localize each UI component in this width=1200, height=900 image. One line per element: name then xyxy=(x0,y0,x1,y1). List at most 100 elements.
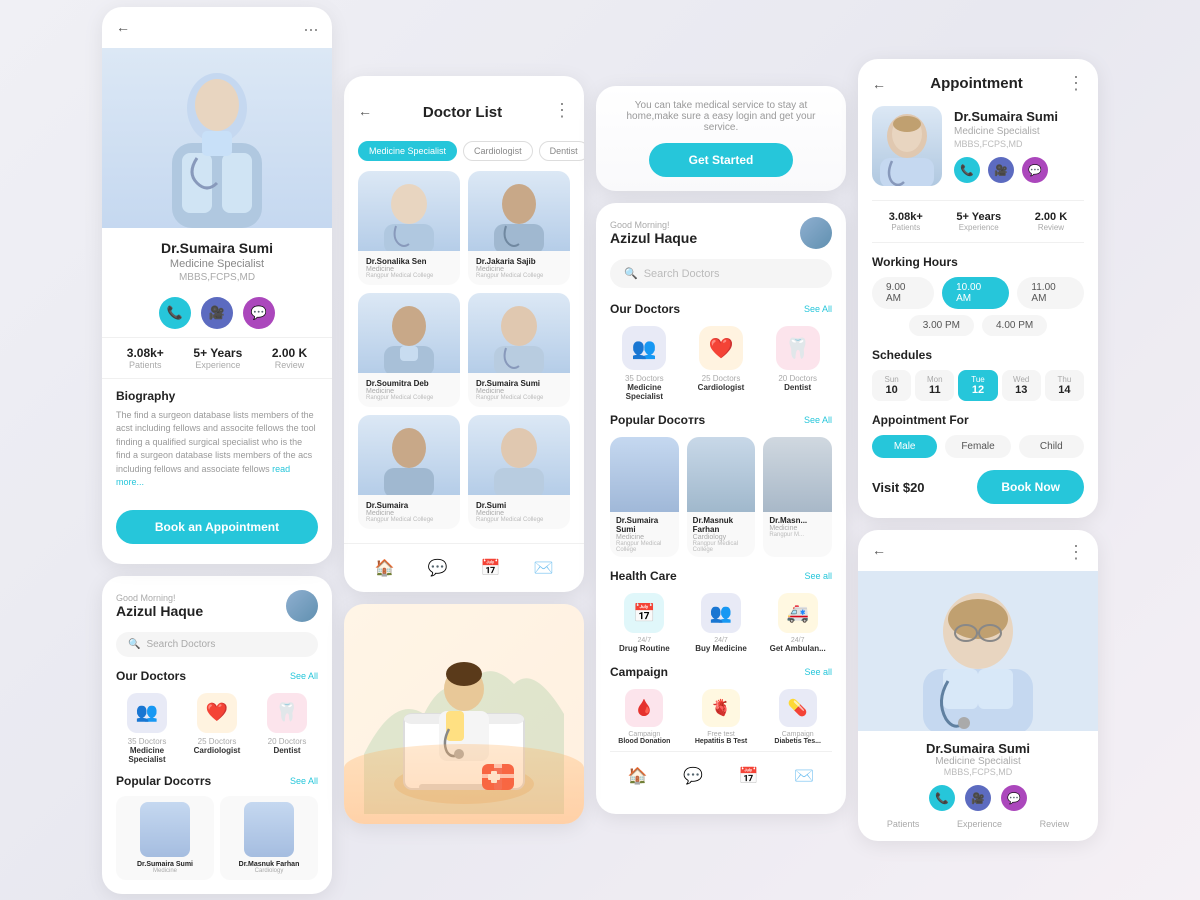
popular-doc-2-small[interactable]: Dr.Masnuk Farhan Cardiology xyxy=(220,796,318,880)
time-9am[interactable]: 9.00 AM xyxy=(872,277,934,309)
menu-icon[interactable]: ··· xyxy=(303,19,318,40)
profile-stat-experience: Experience xyxy=(957,819,1002,829)
popular-doc-main-2[interactable]: Dr.Masnuk Farhan Cardiology Rangpur Medi… xyxy=(687,437,756,557)
gender-male[interactable]: Male xyxy=(872,435,937,458)
doc-profile-contacts: 📞 🎥 💬 xyxy=(872,785,1084,811)
day-sun[interactable]: Sun 10 xyxy=(872,370,911,401)
visit-amount: $20 xyxy=(903,480,925,495)
day-thu[interactable]: Thu 14 xyxy=(1045,370,1084,401)
menu-icon-profile[interactable]: ⋮ xyxy=(1067,542,1084,563)
appt-for-title: Appointment For xyxy=(872,413,1084,427)
doc-6-name: Dr.Sumi xyxy=(476,501,562,510)
nav-home-dl[interactable]: 🏠 xyxy=(371,554,399,582)
video-icon[interactable]: 🎥 xyxy=(201,297,233,329)
cat-medicine-main[interactable]: 👥 35 Doctors Medicine Specialist xyxy=(610,326,679,401)
nav-calendar-main[interactable]: 📅 xyxy=(735,762,763,790)
day-wed[interactable]: Wed 13 xyxy=(1002,370,1041,401)
doc-card-2[interactable]: Dr.Jakaria Sajib Medicine Rangpur Medica… xyxy=(468,171,570,285)
chat-icon[interactable]: 💬 xyxy=(243,297,275,329)
profile-chat-icon[interactable]: 💬 xyxy=(1001,785,1027,811)
book-appointment-button[interactable]: Book an Appointment xyxy=(116,510,318,544)
hepatitis-icon: 🫀 xyxy=(702,689,740,727)
back-icon[interactable]: ← xyxy=(116,19,130,40)
doc-figure-6 xyxy=(484,420,554,495)
doc-card-2-info: Dr.Jakaria Sajib Medicine Rangpur Medica… xyxy=(468,251,570,285)
doc-card-6[interactable]: Dr.Sumi Medicine Rangpur Medical College xyxy=(468,415,570,529)
phone-icon[interactable]: 📞 xyxy=(159,297,191,329)
popular-doc-main-3[interactable]: Dr.Masn... Medicine Rangpur M... xyxy=(763,437,832,557)
doc-card-4[interactable]: Dr.Sumaira Sumi Medicine Rangpur Medical… xyxy=(468,293,570,407)
cat-cardio-main[interactable]: ❤️ 25 Doctors Cardiologist xyxy=(687,326,756,401)
filter-dentist[interactable]: Dentist xyxy=(539,141,584,161)
blood-cat: Campaign xyxy=(610,731,679,738)
menu-icon-dl[interactable]: ⋮ xyxy=(553,100,570,121)
camp-hepatitis[interactable]: 🫀 Free test Hepatitis B Test xyxy=(687,689,756,745)
popular-see-all-main[interactable]: See All xyxy=(804,415,832,425)
day-tue[interactable]: Tue 12 xyxy=(958,370,997,401)
cat-dentist-small[interactable]: 🦷 20 Doctors Dentist xyxy=(256,693,318,764)
cardio-count-small: 25 Doctors xyxy=(186,737,248,746)
doc-card-5[interactable]: Dr.Sumaira Medicine Rangpur Medical Coll… xyxy=(358,415,460,529)
our-doctors-section: Our Doctors See All 👥 35 Doctors Medicin… xyxy=(610,302,832,401)
hc-medicine[interactable]: 👥 24/7 Buy Medicine xyxy=(687,593,756,653)
popular-see-all-small[interactable]: See All xyxy=(290,776,318,786)
nav-chat-main[interactable]: 💬 xyxy=(679,762,707,790)
gender-female[interactable]: Female xyxy=(945,435,1010,458)
get-started-button[interactable]: Get Started xyxy=(649,143,794,177)
contact-icons: 📞 🎥 💬 xyxy=(102,297,332,329)
camp-blood[interactable]: 🩸 Campaign Blood Donation xyxy=(610,689,679,745)
search-bar-small[interactable]: 🔍 Search Doctors xyxy=(116,632,318,657)
doc-card-3[interactable]: Dr.Soumitra Deb Medicine Rangpur Medical… xyxy=(358,293,460,407)
profile-video-icon[interactable]: 🎥 xyxy=(965,785,991,811)
nav-chat-dl[interactable]: 💬 xyxy=(424,554,452,582)
day-mon[interactable]: Mon 11 xyxy=(915,370,954,401)
appt-chat-icon[interactable]: 💬 xyxy=(1022,157,1048,183)
gender-child[interactable]: Child xyxy=(1019,435,1084,458)
nav-home-main[interactable]: 🏠 xyxy=(624,762,652,790)
nav-message-main[interactable]: ✉️ xyxy=(790,762,818,790)
pop-doc-main-2-hosp: Rangpur Medical College xyxy=(693,541,750,553)
stat-patients: 3.08k+ Patients xyxy=(127,346,164,370)
cat-dentist-main[interactable]: 🦷 20 Doctors Dentist xyxy=(763,326,832,401)
popular-doctors-small: Dr.Sumaira Sumi Medicine Dr.Masnuk Farha… xyxy=(116,796,318,880)
book-now-button[interactable]: Book Now xyxy=(977,470,1084,504)
time-3pm[interactable]: 3.00 PM xyxy=(909,315,974,336)
see-all-doctors-small[interactable]: See All xyxy=(290,671,318,681)
back-icon-dl[interactable]: ← xyxy=(358,103,372,119)
hc-ambulance[interactable]: 🚑 24/7 Get Ambulan... xyxy=(763,593,832,653)
doc-profile-stats: Patients Experience Review xyxy=(858,811,1098,829)
hc-drug[interactable]: 📅 24/7 Drug Routine xyxy=(610,593,679,653)
profile-patients-lbl: Patients xyxy=(887,819,920,829)
health-care-see-all[interactable]: See all xyxy=(804,571,832,581)
time-10am[interactable]: 10.00 AM xyxy=(942,277,1009,309)
menu-icon-appt[interactable]: ⋮ xyxy=(1067,73,1084,94)
back-icon-profile[interactable]: ← xyxy=(872,542,886,563)
campaign-see-all[interactable]: See all xyxy=(804,667,832,677)
popular-doc-1-small[interactable]: Dr.Sumaira Sumi Medicine xyxy=(116,796,214,880)
time-11am[interactable]: 11.00 AM xyxy=(1017,277,1084,309)
doc-card-1[interactable]: Dr.Sonalika Sen Medicine Rangpur Medical… xyxy=(358,171,460,285)
camp-diabetes[interactable]: 💊 Campaign Diabetis Tes... xyxy=(763,689,832,745)
cat-medicine-small[interactable]: 👥 35 Doctors Medicine Specialist xyxy=(116,693,178,764)
stat-experience: 5+ Years Experience xyxy=(193,346,242,370)
filter-cardio[interactable]: Cardiologist xyxy=(463,141,533,161)
filter-medicine[interactable]: Medicine Specialist xyxy=(358,141,457,161)
see-all-our-doctors[interactable]: See All xyxy=(804,304,832,314)
search-bar-main[interactable]: 🔍 Search Doctors xyxy=(610,259,832,288)
appt-video-icon[interactable]: 🎥 xyxy=(988,157,1014,183)
nav-message-dl[interactable]: ✉️ xyxy=(530,554,558,582)
profile-stat-review: Review xyxy=(1040,819,1070,829)
popular-doc-2-photo-small xyxy=(244,802,294,857)
popular-doc-main-1[interactable]: Dr.Sumaira Sumi Medicine Rangpur Medical… xyxy=(610,437,679,557)
profile-phone-icon[interactable]: 📞 xyxy=(929,785,955,811)
pop-doc-main-2-spec: Cardiology xyxy=(693,534,750,541)
time-4pm[interactable]: 4.00 PM xyxy=(982,315,1047,336)
back-icon-appt[interactable]: ← xyxy=(872,76,886,92)
campaign-title: Campaign xyxy=(610,665,668,679)
nav-calendar-dl[interactable]: 📅 xyxy=(477,554,505,582)
schedules-section: Schedules Sun 10 Mon 11 Tue 12 Wed 13 xyxy=(872,348,1084,401)
cat-cardio-small[interactable]: ❤️ 25 Doctors Cardiologist xyxy=(186,693,248,764)
appt-phone-icon[interactable]: 📞 xyxy=(954,157,980,183)
onboard-card: You can take medical service to stay at … xyxy=(596,86,846,191)
pop-doc-main-3-name: Dr.Masn... xyxy=(769,516,826,525)
